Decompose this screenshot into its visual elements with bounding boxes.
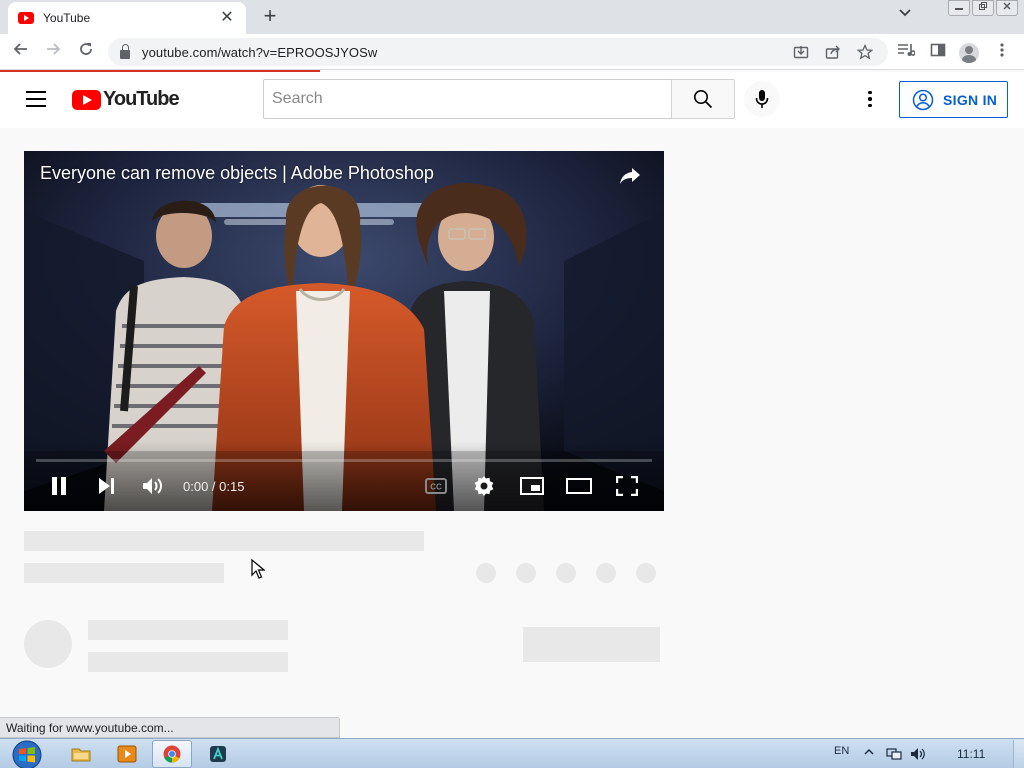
folder-icon [71, 748, 91, 762]
voice-search-button[interactable] [744, 81, 780, 117]
chrome-icon [163, 745, 181, 763]
hamburger-icon[interactable] [26, 91, 46, 107]
address-bar[interactable]: youtube.com/watch?v=EPROOSJYOSw [108, 38, 888, 66]
fullscreen-icon [616, 476, 638, 496]
cc-label: CC [430, 483, 442, 492]
volume-button[interactable] [140, 473, 166, 499]
pause-button[interactable] [46, 473, 72, 499]
time-display: 0:00 / 0:15 [183, 479, 245, 494]
skeleton-subscribe-button [523, 627, 660, 662]
cc-icon: CC [425, 478, 447, 494]
tab-close-icon[interactable]: ✕ [218, 9, 236, 27]
media-player-icon [117, 745, 137, 763]
minimize-button[interactable] [948, 0, 970, 16]
youtube-favicon-icon [18, 12, 34, 24]
skeleton-action-3 [556, 563, 576, 583]
tab-title: YouTube [43, 11, 91, 25]
video-player[interactable]: Everyone can remove objects | Adobe Phot… [24, 151, 664, 511]
show-desktop-button[interactable] [1013, 740, 1024, 768]
close-window-button[interactable] [996, 0, 1018, 16]
forward-button[interactable] [41, 40, 65, 64]
window-controls [948, 0, 1018, 16]
youtube-header: YouTube SIGN IN [0, 72, 1024, 128]
fullscreen-button[interactable] [614, 473, 640, 499]
search-input[interactable] [263, 79, 672, 119]
tray-expand-icon[interactable] [864, 747, 874, 759]
windows-logo-icon [12, 740, 42, 768]
profile-icon[interactable] [959, 43, 979, 63]
theater-icon [566, 478, 592, 494]
settings-icon [474, 476, 494, 496]
progress-bar[interactable] [36, 459, 652, 462]
youtube-play-logo-icon [72, 89, 101, 110]
account-circle-icon [912, 89, 934, 110]
install-icon[interactable] [792, 44, 810, 62]
browser-tab-strip: YouTube ✕ + [0, 0, 1024, 34]
youtube-logo[interactable]: YouTube [72, 88, 180, 111]
address-url[interactable]: youtube.com/watch?v=EPROOSJYOSw [142, 45, 377, 60]
taskbar-explorer[interactable] [61, 740, 101, 768]
taskbar-app-a[interactable] [198, 740, 238, 768]
skeleton-views [24, 563, 224, 583]
search-icon [694, 90, 713, 109]
sign-in-label: SIGN IN [943, 91, 998, 108]
pause-icon [52, 477, 66, 495]
search-button[interactable] [671, 79, 735, 119]
miniplayer-icon [520, 477, 544, 495]
volume-icon [143, 478, 162, 494]
miniplayer-button[interactable] [518, 473, 546, 499]
skeleton-channel-avatar [24, 620, 72, 668]
settings-button[interactable] [471, 473, 497, 499]
taskbar-clock[interactable]: 11:11 [957, 747, 985, 761]
mouse-cursor-icon [251, 559, 265, 579]
browser-status-bubble: Waiting for www.youtube.com... [0, 717, 340, 738]
lock-icon[interactable] [120, 44, 130, 59]
back-icon [13, 43, 27, 55]
taskbar-media-player[interactable] [107, 740, 147, 768]
tab-search-chevron-icon[interactable] [894, 6, 916, 26]
reload-button[interactable] [74, 40, 98, 64]
skeleton-action-2 [516, 563, 536, 583]
restore-button[interactable] [972, 0, 994, 16]
skeleton-channel-name [88, 620, 288, 640]
bookmark-star-icon[interactable] [856, 43, 874, 62]
skeleton-action-1 [476, 563, 496, 583]
input-language[interactable]: EN [834, 745, 849, 757]
next-button[interactable] [93, 473, 119, 499]
new-tab-button[interactable]: + [258, 5, 282, 29]
skeleton-action-4 [596, 563, 616, 583]
app-a-icon [210, 746, 226, 762]
start-button[interactable] [8, 740, 46, 768]
browser-toolbar: youtube.com/watch?v=EPROOSJYOSw [0, 34, 1024, 70]
share-icon[interactable] [618, 165, 642, 187]
next-icon [99, 478, 114, 494]
sign-in-button[interactable]: SIGN IN [899, 81, 1008, 118]
speaker-icon[interactable] [910, 747, 926, 764]
forward-icon [47, 43, 61, 55]
skeleton-subscribers [88, 652, 288, 672]
skeleton-action-5 [636, 563, 656, 583]
reload-icon [80, 43, 92, 55]
captions-button[interactable]: CC [423, 473, 449, 499]
mic-icon [755, 90, 769, 108]
side-panel-icon[interactable] [928, 42, 948, 62]
reading-list-icon[interactable] [896, 42, 916, 62]
youtube-logo-text: YouTube [103, 88, 180, 110]
taskbar-chrome[interactable] [152, 740, 192, 768]
theater-mode-button[interactable] [565, 473, 593, 499]
video-title[interactable]: Everyone can remove objects | Adobe Phot… [40, 163, 434, 184]
network-icon[interactable] [886, 747, 902, 764]
browser-tab-youtube[interactable]: YouTube ✕ [8, 2, 246, 34]
share-page-icon[interactable] [824, 44, 842, 62]
skeleton-title [24, 531, 424, 551]
more-vert-icon[interactable] [860, 89, 880, 109]
chrome-menu-icon[interactable] [992, 42, 1012, 62]
back-button[interactable] [9, 40, 33, 64]
